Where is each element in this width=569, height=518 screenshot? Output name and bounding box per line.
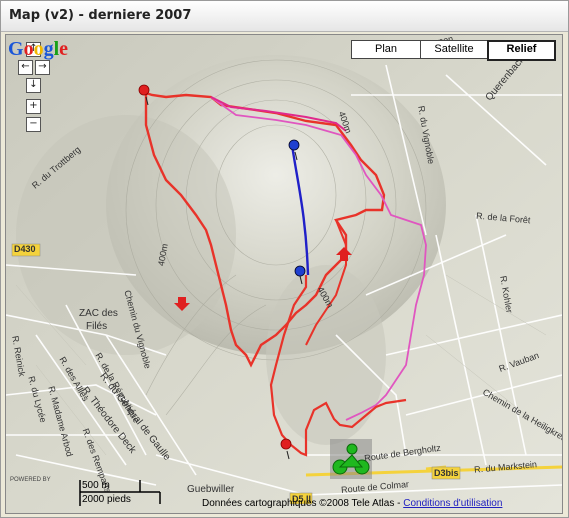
window-titlebar: Map (v2) - derniere 2007 xyxy=(1,1,568,32)
label-d3bis: D3bis xyxy=(434,468,459,478)
scale-imperial: 2000 pieds xyxy=(82,494,131,505)
map-attribution: Données cartographiques ©2008 Tele Atlas… xyxy=(202,498,502,509)
label-files: Filés xyxy=(86,321,108,332)
label-guebwiller: Guebwiller xyxy=(187,484,235,495)
scale-metric: 500 m xyxy=(82,480,110,491)
terms-of-use-link[interactable]: Conditions d'utilisation xyxy=(403,498,502,509)
window-title: Map (v2) - derniere 2007 xyxy=(9,8,192,23)
pan-left-button[interactable]: ← xyxy=(18,60,33,75)
map-window: Map (v2) - derniere 2007 Querenbach D430… xyxy=(0,0,569,518)
pan-right-button[interactable]: → xyxy=(35,60,50,75)
map-viewport[interactable]: Le Bannen Querenbach D430 ZAC des Filés … xyxy=(5,34,563,514)
powered-by-label: POWERED BY xyxy=(10,477,51,483)
svg-text:Google: Google xyxy=(8,38,68,60)
label-d430: D430 xyxy=(14,244,36,254)
pan-down-button[interactable]: ↓ xyxy=(26,78,41,93)
zoom-in-button[interactable]: + xyxy=(26,99,41,114)
maptype-plan-button[interactable]: Plan xyxy=(351,40,421,59)
maptype-satellite-button[interactable]: Satellite xyxy=(420,40,488,59)
maptype-relief-button[interactable]: Relief xyxy=(487,40,556,61)
attribution-text: Données cartographiques ©2008 Tele Atlas… xyxy=(202,498,401,509)
zoom-out-button[interactable]: − xyxy=(26,117,41,132)
scale-bar: 500 m 2000 pieds xyxy=(78,478,168,508)
label-zac: ZAC des xyxy=(79,308,118,319)
google-logo[interactable]: Google xyxy=(6,35,76,61)
